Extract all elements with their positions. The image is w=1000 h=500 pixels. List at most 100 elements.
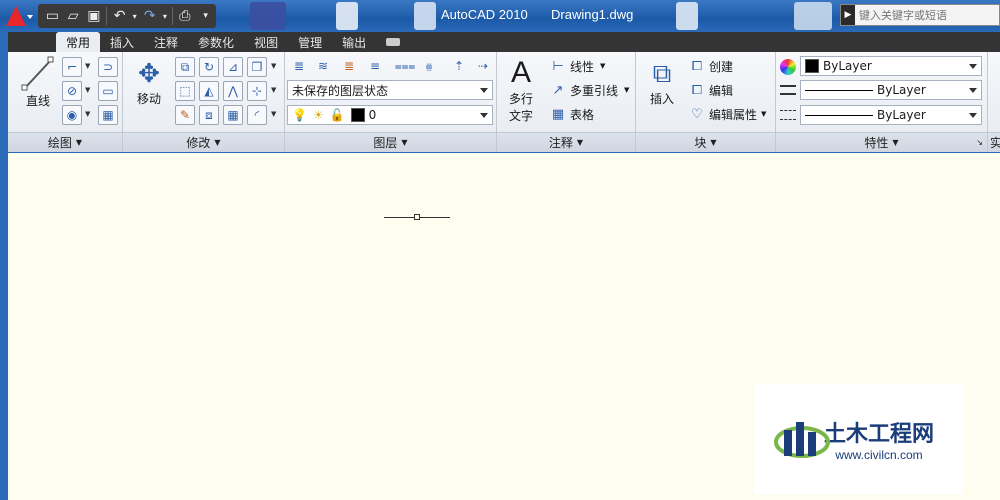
save-icon[interactable]: ▣ [84, 6, 105, 26]
polyline-icon[interactable]: ⌐ [62, 57, 82, 77]
sun-icon: ☀ [312, 108, 324, 122]
line-icon [21, 56, 54, 91]
create-block-button[interactable]: ⧠ 创建 [688, 57, 733, 75]
spline-icon[interactable]: ⊃ [98, 57, 118, 77]
linetype-dropdown[interactable]: ByLayer [800, 80, 982, 100]
color-dropdown[interactable]: ByLayer [800, 56, 982, 76]
chevron-down-icon: ▼ [710, 138, 717, 147]
move-button[interactable]: ✥ 移动 [129, 58, 169, 107]
dropdown-arrow-icon[interactable]: ▼ [271, 62, 276, 70]
layer-properties-icon[interactable]: ≣ [289, 56, 309, 76]
line-grip-handle[interactable] [414, 214, 420, 220]
circle-icon[interactable]: ⊘ [62, 81, 82, 101]
chevron-down-icon: ▼ [401, 138, 408, 147]
rectangle-icon[interactable]: ▭ [98, 81, 118, 101]
panel-title-properties[interactable]: 特性 ▼ ↘ [776, 132, 987, 152]
panel-title-modify[interactable]: 修改 ▼ [123, 132, 284, 152]
stretch-icon[interactable]: ⬚ [175, 81, 195, 101]
copy-icon[interactable]: ⧉ [175, 57, 195, 77]
table-button[interactable]: ▦ 表格 [549, 105, 594, 123]
scale-icon[interactable]: ⧈ [199, 105, 219, 125]
linear-dimension-button[interactable]: ⊢ 线性 ▼ [549, 57, 605, 75]
tab-manage[interactable]: 管理 [288, 32, 332, 52]
dropdown-arrow-icon[interactable]: ▼ [271, 86, 276, 94]
tab-insert[interactable]: 插入 [100, 32, 144, 52]
line-button[interactable]: 直线 [18, 56, 58, 109]
layer-lock-icon[interactable]: ⇢ [473, 56, 493, 76]
drawing-area[interactable]: 土木工程网 www.civilcn.com [8, 153, 1000, 500]
ellipse-icon[interactable]: ◉ [62, 105, 82, 125]
offset-icon[interactable]: ❐ [247, 57, 267, 77]
edit-block-button[interactable]: ⧠ 编辑 [688, 81, 733, 99]
layer-state-dropdown[interactable]: 未保存的图层状态 [287, 80, 493, 100]
undo-dropdown-icon[interactable]: ▾ [130, 6, 139, 26]
desktop-file-icon [414, 2, 436, 30]
expand-arrow-icon[interactable]: ▶ [841, 5, 855, 25]
redo-icon[interactable]: ↷ [139, 6, 160, 26]
undo-icon[interactable]: ↶ [109, 6, 130, 26]
watermark: 土木工程网 www.civilcn.com [754, 384, 964, 494]
open-folder-icon[interactable]: ▱ [63, 6, 84, 26]
edit-attributes-button[interactable]: ♡ 编辑属性 ▼ [688, 105, 766, 123]
panel-title-label: 实 [990, 134, 1000, 151]
layer-freeze-icon[interactable]: ⩷ [419, 56, 439, 76]
layer-isolate-icon[interactable]: ≣ [339, 56, 359, 76]
panel-title-layers[interactable]: 图层 ▼ [285, 132, 496, 152]
rotate-icon[interactable]: ↻ [199, 57, 219, 77]
tab-annotate[interactable]: 注释 [144, 32, 188, 52]
plot-printer-icon[interactable]: ⎙ [175, 6, 196, 26]
layer-match-icon[interactable]: ⩶ [395, 56, 416, 76]
linetype-value: ByLayer [877, 83, 926, 97]
layer-state-icon[interactable]: ≋ [313, 56, 333, 76]
break-icon[interactable]: ⊹ [247, 81, 267, 101]
customize-toolbar-icon[interactable]: ▾ [195, 6, 216, 26]
app-title: AutoCAD 2010 [441, 7, 528, 22]
panel-title-annotation[interactable]: 注释 ▼ [497, 132, 635, 152]
search-input[interactable] [855, 8, 995, 22]
dropdown-arrow-icon[interactable]: ▼ [85, 86, 90, 94]
layer-color-swatch [350, 108, 365, 122]
new-file-icon[interactable]: ▭ [42, 6, 63, 26]
redo-dropdown-icon[interactable]: ▾ [160, 6, 169, 26]
color-swatch [805, 59, 819, 73]
line-label: 直线 [25, 94, 50, 108]
mirror-icon[interactable]: ⋀ [223, 81, 243, 101]
mleader-label: 多重引线 [570, 83, 619, 98]
panel-block: ⧉ 插入 ⧠ 创建 ⧠ 编辑 ♡ 编辑属性 ▼ 块 ▼ [636, 52, 776, 152]
chamfer-icon[interactable]: ◜ [247, 105, 267, 125]
watermark-logo-icon [774, 422, 830, 458]
trim-icon[interactable]: ⊿ [223, 57, 243, 77]
layer-value: 0 [368, 108, 377, 122]
layer-state-value: 未保存的图层状态 [292, 83, 389, 98]
lineweight-dropdown[interactable]: ByLayer [800, 105, 982, 125]
insert-block-button[interactable]: ⧉ 插入 [642, 58, 682, 107]
panel-annotation: A 多行 文字 ⊢ 线性 ▼ ↗ 多重引线 ▼ ▦ 表格 注释 ▼ [497, 52, 636, 152]
tab-parametric[interactable]: 参数化 [188, 32, 244, 52]
tab-home[interactable]: 常用 [56, 32, 101, 52]
layer-dropdown[interactable]: 💡 ☀ 🔓 0 [287, 105, 493, 125]
desktop-file-icon [336, 2, 358, 30]
autocad-logo-icon [6, 6, 26, 26]
dropdown-arrow-icon[interactable]: ▼ [271, 110, 276, 118]
panel-draw: 直线 ⌐ ▼ ⊘ ▼ ◉ ▼ ⊃ ▭ ▦ 绘图 ▼ [8, 52, 123, 152]
layer-off-icon[interactable]: ⇡ [449, 56, 469, 76]
application-menu-button[interactable] [0, 2, 34, 30]
dropdown-arrow-icon[interactable]: ▼ [85, 110, 90, 118]
dialog-launcher-icon[interactable]: ↘ [976, 138, 983, 147]
erase-brush-icon[interactable]: ✎ [175, 105, 195, 125]
panel-title-draw[interactable]: 绘图 ▼ [8, 132, 122, 152]
panel-title-block[interactable]: 块 ▼ [636, 132, 775, 152]
dropdown-arrow-icon[interactable]: ▼ [85, 62, 90, 70]
panel-title-partial[interactable]: 实 [988, 132, 1000, 152]
insert-block-icon: ⧉ [652, 59, 672, 89]
layer-unisolate-icon[interactable]: ≡ [365, 56, 385, 76]
hatch-icon[interactable]: ▦ [98, 105, 118, 125]
array-icon[interactable]: ▦ [223, 105, 243, 125]
fillet-icon[interactable]: ◭ [199, 81, 219, 101]
multiline-text-button[interactable]: A 多行 文字 [501, 56, 541, 124]
bulb-icon: 💡 [292, 108, 307, 122]
minimize-ribbon-button[interactable] [386, 38, 401, 46]
multileader-button[interactable]: ↗ 多重引线 ▼ [549, 81, 630, 99]
tab-output[interactable]: 输出 [332, 32, 376, 52]
tab-view[interactable]: 视图 [244, 32, 288, 52]
